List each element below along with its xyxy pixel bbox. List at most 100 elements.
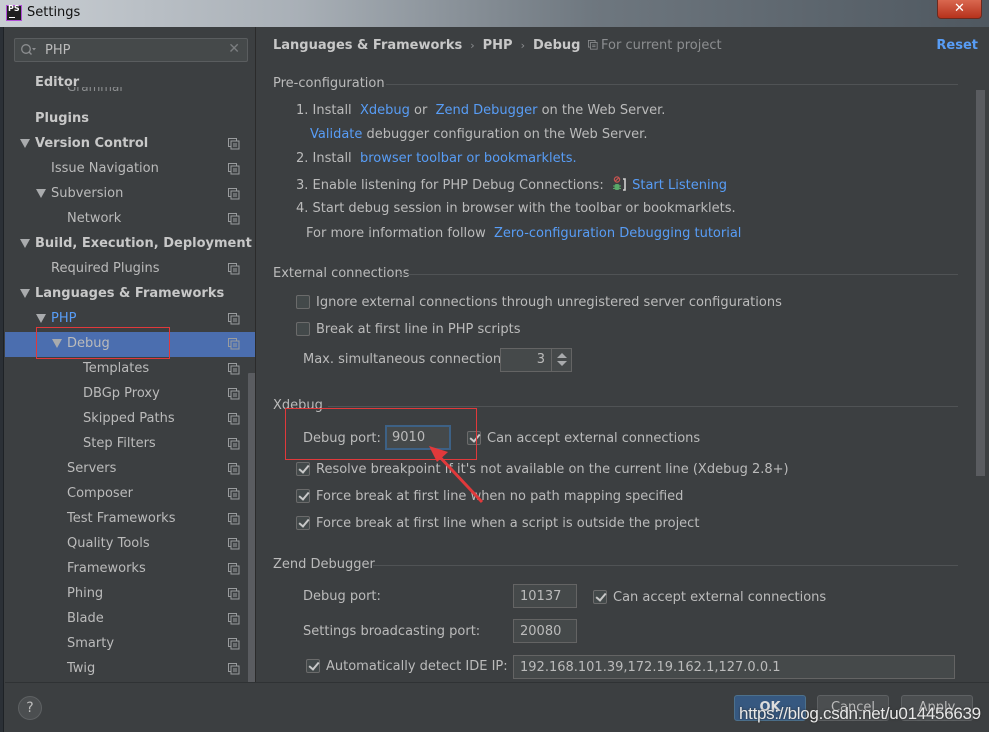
breadcrumb-item: PHP: [482, 38, 513, 53]
sidebar-item-templates[interactable]: Templates: [5, 357, 255, 382]
section-zend-debugger-title: Zend Debugger: [273, 557, 375, 572]
sidebar-item-issue-navigation[interactable]: Issue Navigation: [5, 157, 255, 182]
sidebar-item-test-frameworks[interactable]: Test Frameworks: [5, 507, 255, 532]
sidebar-item-subversion[interactable]: Subversion: [5, 182, 255, 207]
sidebar-item-skipped-paths[interactable]: Skipped Paths: [5, 407, 255, 432]
auto-detect-ip-checkbox[interactable]: [306, 659, 320, 673]
section-divider: [386, 84, 958, 85]
sidebar-item-smarty[interactable]: Smarty: [5, 632, 255, 657]
max-connections-value: 3: [536, 352, 545, 367]
reset-link[interactable]: Reset: [936, 38, 978, 53]
sidebar-item-label: Subversion: [51, 186, 124, 201]
for-current-project-note: For current project: [588, 38, 722, 53]
sidebar-item-step-filters[interactable]: Step Filters: [5, 432, 255, 457]
close-icon: ✕: [954, 1, 965, 16]
window-title: Settings: [27, 5, 81, 20]
spinner-buttons[interactable]: [551, 349, 571, 371]
section-divider: [328, 406, 958, 407]
force-break-no-mapping-checkbox[interactable]: [296, 489, 310, 503]
sidebar-item-label: Composer: [67, 486, 134, 501]
sidebar-item-label: Version Control: [35, 136, 149, 151]
zero-config-tutorial-link[interactable]: Zero-configuration Debugging tutorial: [494, 226, 741, 241]
xdebug-link[interactable]: Xdebug: [360, 103, 410, 118]
sidebar-scrollbar[interactable]: [248, 373, 255, 682]
broadcast-port-label: Settings broadcasting port:: [303, 624, 481, 639]
validate-link[interactable]: Validate: [310, 127, 362, 142]
project-level-icon: [228, 513, 240, 525]
max-connections-spinner[interactable]: 3: [500, 348, 572, 372]
preconfig-step-2: 2. Install browser toolbar or bookmarkle…: [296, 151, 577, 166]
sidebar-item-quality-tools[interactable]: Quality Tools: [5, 532, 255, 557]
project-level-icon: [228, 388, 240, 400]
section-divider: [373, 565, 958, 566]
start-listening-link[interactable]: Start Listening: [632, 178, 727, 193]
expand-arrow-icon[interactable]: [36, 189, 46, 198]
resolve-breakpoint-checkbox[interactable]: [296, 462, 310, 476]
listen-debug-connections-icon[interactable]: [612, 176, 628, 192]
zend-debugger-link[interactable]: Zend Debugger: [436, 103, 538, 118]
project-level-icon: [228, 263, 240, 275]
sidebar-item-label: Frameworks: [67, 561, 146, 576]
preconfig-step-1: 1. Install Xdebug or Zend Debugger on th…: [296, 103, 666, 118]
window-close-button[interactable]: ✕: [937, 0, 982, 19]
watermark-text: https://blog.csdn.net/u014456639: [739, 704, 981, 723]
sidebar-item-phing[interactable]: Phing: [5, 582, 255, 607]
help-icon: ?: [26, 700, 34, 716]
sidebar-item-version-control[interactable]: Version Control: [5, 132, 255, 157]
ignore-external-connections-checkbox[interactable]: [296, 295, 310, 309]
sidebar-item-frameworks[interactable]: Frameworks: [5, 557, 255, 582]
settings-search-input[interactable]: [45, 42, 225, 58]
clear-search-icon[interactable]: ✕: [228, 41, 240, 57]
spinner-up-icon[interactable]: [557, 353, 567, 358]
sidebar-item-network[interactable]: Network: [5, 207, 255, 232]
sidebar-item-servers[interactable]: Servers: [5, 457, 255, 482]
sidebar-item-label: Templates: [83, 361, 150, 376]
sidebar-item-languages-frameworks[interactable]: Languages & Frameworks: [5, 282, 255, 307]
search-icon: [21, 44, 36, 55]
preconfig-more-info: For more information follow Zero-configu…: [306, 226, 742, 241]
project-level-icon: [228, 213, 240, 225]
breadcrumb: Languages & Frameworks › PHP › Debug: [273, 38, 580, 53]
broadcast-port-input[interactable]: [513, 619, 577, 643]
settings-search-box[interactable]: ✕: [14, 38, 248, 62]
content-scrollbar[interactable]: [976, 90, 985, 476]
for-current-project-label: For current project: [601, 38, 722, 53]
breadcrumb-item: Languages & Frameworks: [273, 38, 463, 53]
ignore-external-connections-label: Ignore external connections through unre…: [316, 295, 782, 310]
section-external-connections-title: External connections: [273, 266, 410, 281]
breadcrumb-separator: ›: [470, 39, 475, 52]
break-first-line-label: Break at first line in PHP scripts: [316, 322, 521, 337]
sidebar-item-label: Twig: [67, 661, 96, 676]
zend-accept-external-checkbox[interactable]: [593, 590, 607, 604]
sidebar-item-twig[interactable]: Twig: [5, 657, 255, 682]
help-button[interactable]: ?: [18, 696, 42, 720]
section-preconfiguration-title: Pre-configuration: [273, 76, 385, 91]
break-first-line-checkbox[interactable]: [296, 322, 310, 336]
phpstorm-app-icon: PS: [6, 4, 22, 21]
project-level-icon: [228, 363, 240, 375]
sidebar-item-build-execution-deployment[interactable]: Build, Execution, Deployment: [5, 232, 255, 257]
sidebar-item-label: Languages & Frameworks: [35, 286, 225, 301]
expand-arrow-icon[interactable]: [20, 139, 30, 148]
sidebar-item-label: DBGp Proxy: [83, 386, 160, 401]
zend-port-input[interactable]: [513, 584, 577, 608]
sidebar-item-plugins[interactable]: Plugins: [5, 107, 255, 132]
sidebar-item-dbgp-proxy[interactable]: DBGp Proxy: [5, 382, 255, 407]
expand-arrow-icon[interactable]: [20, 289, 30, 298]
sidebar-item-composer[interactable]: Composer: [5, 482, 255, 507]
zend-port-label: Debug port:: [303, 589, 381, 604]
sidebar-item-label: Skipped Paths: [83, 411, 175, 426]
force-break-outside-project-checkbox[interactable]: [296, 516, 310, 530]
settings-content: Languages & Frameworks › PHP › Debug For cur…: [258, 27, 989, 682]
ide-ip-input[interactable]: [513, 655, 955, 679]
sidebar-item-required-plugins[interactable]: Required Plugins: [5, 257, 255, 282]
browser-toolbar-link[interactable]: browser toolbar or bookmarklets.: [360, 151, 577, 166]
sidebar-item-editor[interactable]: Editor: [5, 71, 255, 96]
sidebar-item-label: Network: [67, 211, 122, 226]
spinner-down-icon[interactable]: [557, 361, 567, 366]
sidebar-item-blade[interactable]: Blade: [5, 607, 255, 632]
expand-arrow-icon[interactable]: [36, 314, 46, 323]
max-connections-label: Max. simultaneous connections:: [303, 352, 513, 367]
expand-arrow-icon[interactable]: [20, 239, 30, 248]
project-level-icon: [228, 563, 240, 575]
